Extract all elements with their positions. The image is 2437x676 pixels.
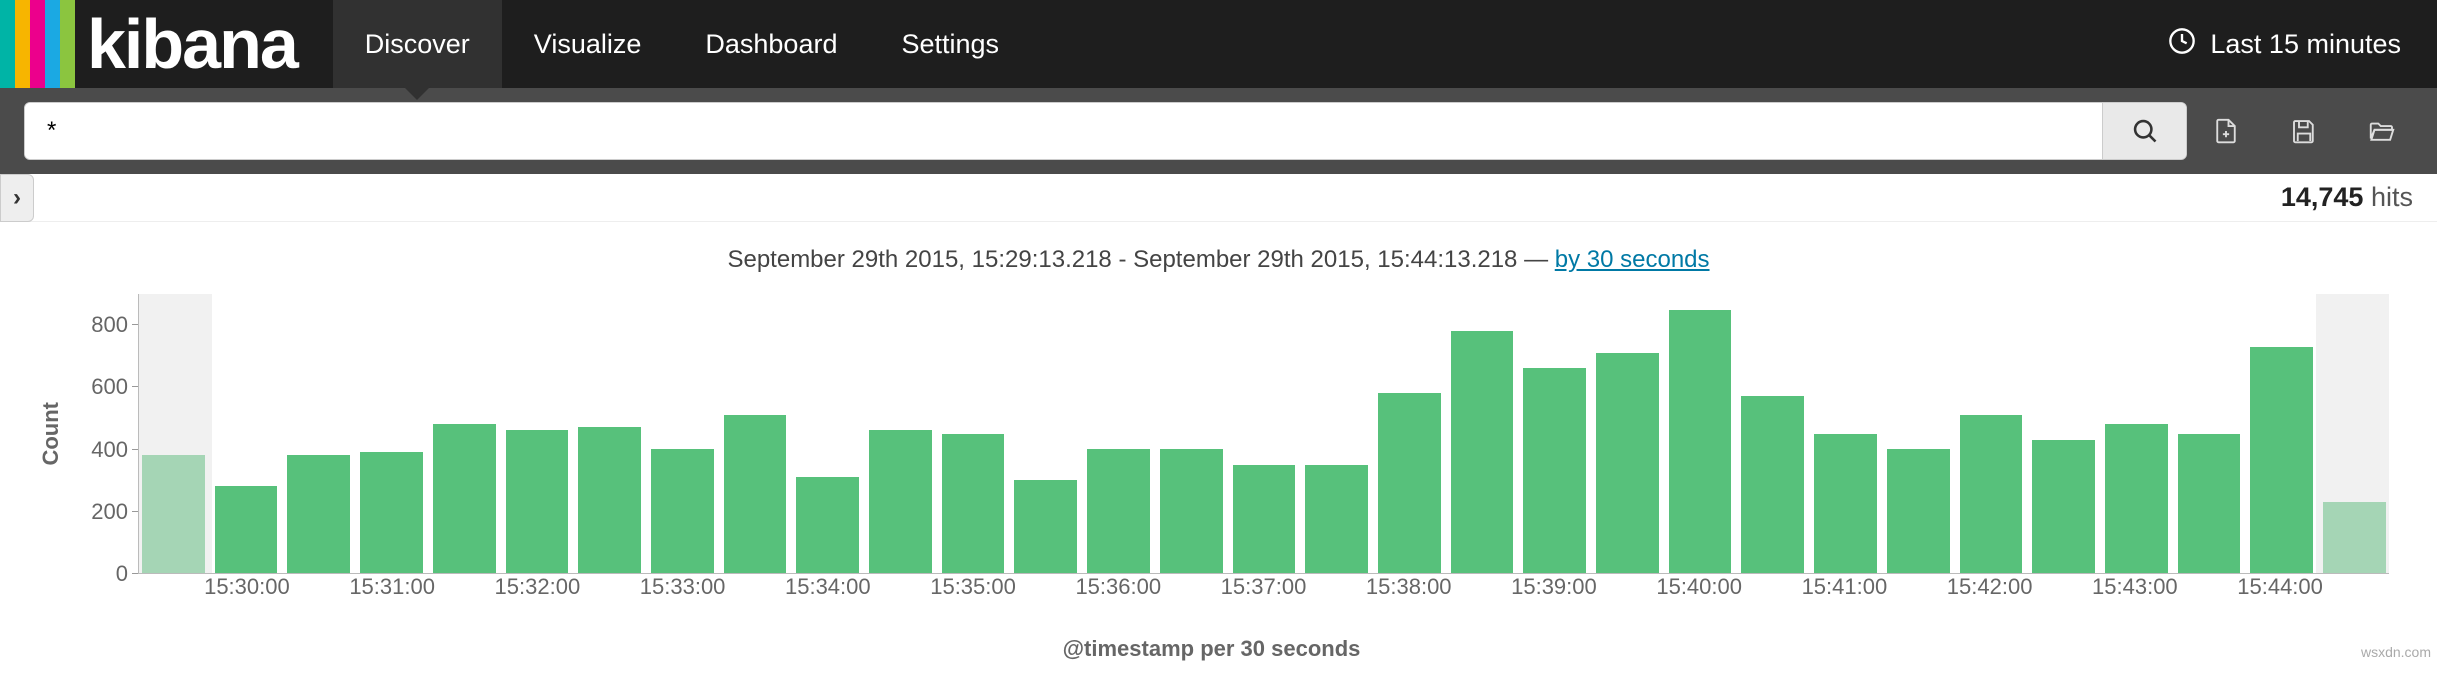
interval-link[interactable]: by 30 seconds — [1555, 246, 1710, 273]
histogram-bar[interactable] — [1960, 415, 2023, 573]
search-wrap — [24, 102, 2187, 160]
histogram-bar[interactable] — [1741, 396, 1804, 573]
chart-y-axis: 0200400600800 — [74, 294, 138, 574]
x-tick: 15:34:00 — [785, 574, 871, 600]
histogram-bar[interactable] — [2178, 434, 2241, 574]
histogram-bar[interactable] — [433, 424, 496, 573]
histogram-bar[interactable] — [1596, 353, 1659, 573]
hits-count: 14,745 — [2281, 182, 2364, 212]
histogram-bar[interactable] — [2250, 347, 2313, 573]
x-tick: 15:38:00 — [1366, 574, 1452, 600]
y-tick: 200 — [91, 499, 128, 525]
clock-icon — [2168, 27, 2196, 62]
y-tick: 400 — [91, 437, 128, 463]
open-folder-icon[interactable] — [2367, 116, 2397, 146]
search-input[interactable] — [25, 103, 2102, 159]
histogram-bar[interactable] — [796, 477, 859, 573]
x-tick: 15:36:00 — [1075, 574, 1161, 600]
y-tick: 0 — [116, 561, 128, 587]
time-picker[interactable]: Last 15 minutes — [2168, 0, 2437, 88]
x-tick: 15:31:00 — [349, 574, 435, 600]
histogram-bar[interactable] — [578, 427, 641, 573]
nav-discover[interactable]: Discover — [333, 0, 502, 88]
time-range-text: September 29th 2015, 15:29:13.218 - Sept… — [727, 246, 1554, 273]
credit-text: wsxdn.com — [2361, 644, 2431, 660]
histogram-bar[interactable] — [651, 449, 714, 573]
y-tick: 800 — [91, 312, 128, 338]
hits-label: hits — [2371, 182, 2413, 212]
histogram-bar[interactable] — [2032, 440, 2095, 573]
x-tick: 15:43:00 — [2092, 574, 2178, 600]
histogram-bar[interactable] — [1814, 434, 1877, 574]
nav-dashboard[interactable]: Dashboard — [673, 0, 869, 88]
histogram-bar[interactable] — [1523, 368, 1586, 573]
x-tick: 15:33:00 — [640, 574, 726, 600]
histogram-bar[interactable] — [1233, 465, 1296, 574]
histogram-bar[interactable] — [724, 415, 787, 573]
chart-x-axis: 15:30:00 15:31:00 15:32:00 15:33:00 15:34:00… — [138, 574, 2389, 602]
histogram-bar[interactable] — [869, 430, 932, 573]
x-tick: 15:44:00 — [2237, 574, 2323, 600]
time-picker-label: Last 15 minutes — [2210, 29, 2401, 60]
expand-sidebar-handle[interactable]: › — [0, 174, 34, 222]
histogram-bar[interactable] — [1378, 393, 1441, 573]
x-tick: 15:39:00 — [1511, 574, 1597, 600]
y-tick: 600 — [91, 374, 128, 400]
x-tick: 15:32:00 — [495, 574, 581, 600]
top-nav: kibana Discover Visualize Dashboard Sett… — [0, 0, 2437, 88]
histogram-bar[interactable] — [1305, 465, 1368, 574]
new-doc-icon[interactable] — [2211, 116, 2241, 146]
histogram-bar[interactable] — [142, 455, 205, 573]
nav-links: Discover Visualize Dashboard Settings — [333, 0, 1031, 88]
brand-text: kibana — [75, 0, 333, 88]
x-tick: 15:40:00 — [1656, 574, 1742, 600]
histogram-bar[interactable] — [360, 452, 423, 573]
histogram-bar[interactable] — [2323, 502, 2386, 573]
histogram-bar[interactable] — [942, 434, 1005, 574]
histogram-bar[interactable] — [506, 430, 569, 573]
time-range-row: September 29th 2015, 15:29:13.218 - Sept… — [0, 222, 2437, 280]
chart-xlabel: @timestamp per 30 seconds — [34, 602, 2389, 662]
search-toolbar — [0, 88, 2437, 174]
x-tick: 15:37:00 — [1221, 574, 1307, 600]
histogram-bar[interactable] — [1014, 480, 1077, 573]
save-icon[interactable] — [2289, 116, 2319, 146]
histogram-bar[interactable] — [1887, 449, 1950, 573]
x-tick: 15:30:00 — [204, 574, 290, 600]
histogram-bar[interactable] — [1087, 449, 1150, 573]
hits-display: 14,745 hits — [2257, 182, 2437, 213]
histogram-bar[interactable] — [1669, 310, 1732, 574]
search-button[interactable] — [2102, 103, 2186, 159]
nav-settings[interactable]: Settings — [869, 0, 1031, 88]
chart-plot[interactable] — [138, 294, 2389, 574]
histogram-bar[interactable] — [2105, 424, 2168, 573]
info-row: › 14,745 hits — [0, 174, 2437, 222]
chart-ylabel: Count — [34, 402, 68, 466]
x-tick: 15:41:00 — [1802, 574, 1888, 600]
x-tick: 15:35:00 — [930, 574, 1016, 600]
toolbar-actions — [2211, 116, 2413, 146]
nav-visualize[interactable]: Visualize — [502, 0, 674, 88]
histogram-bar[interactable] — [215, 486, 278, 573]
x-tick: 15:42:00 — [1947, 574, 2033, 600]
logo-stripes — [0, 0, 75, 88]
histogram-bar[interactable] — [1160, 449, 1223, 573]
histogram-chart: Count 0200400600800 15:30:0015:31:0015:3… — [0, 280, 2437, 676]
histogram-bar[interactable] — [1451, 331, 1514, 573]
histogram-bar[interactable] — [287, 455, 350, 573]
